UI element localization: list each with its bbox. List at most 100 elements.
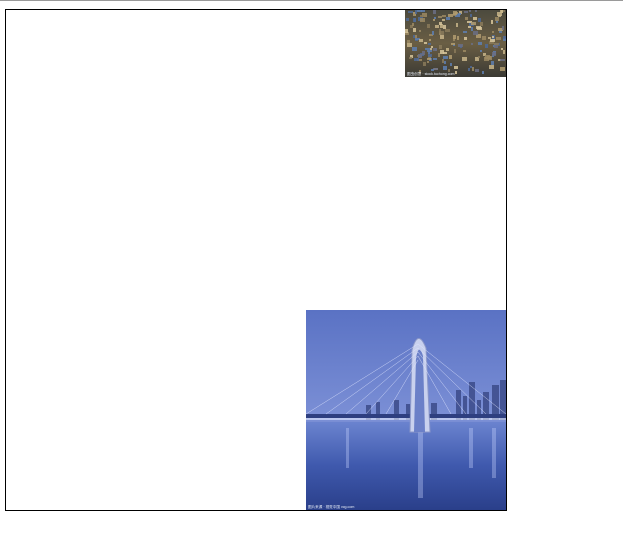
house-shape	[431, 69, 434, 71]
house-shape	[433, 10, 436, 14]
house-shape	[463, 50, 466, 52]
house-shape	[413, 28, 416, 32]
house-shape	[454, 49, 456, 53]
house-shape	[492, 52, 496, 56]
house-shape	[438, 53, 440, 57]
house-shape	[428, 43, 431, 45]
house-shape	[488, 37, 491, 39]
house-shape	[491, 61, 494, 65]
house-shape	[420, 15, 424, 17]
house-shape	[444, 61, 446, 64]
house-shape	[407, 40, 410, 43]
house-shape	[463, 31, 467, 33]
house-shape	[500, 67, 505, 71]
house-shape	[450, 63, 452, 66]
house-shape	[440, 50, 444, 54]
house-shape	[465, 17, 468, 20]
house-shape	[454, 66, 458, 69]
house-shape	[453, 35, 456, 39]
house-shape	[430, 48, 432, 50]
house-shape	[489, 65, 494, 69]
house-shape	[412, 47, 417, 51]
house-shape	[428, 54, 432, 57]
house-shape	[473, 17, 477, 20]
house-shape	[496, 37, 501, 40]
house-shape	[443, 66, 447, 70]
house-shape	[414, 18, 416, 22]
house-shape	[464, 11, 468, 13]
house-shape	[448, 14, 453, 17]
house-shape	[439, 31, 444, 35]
house-shape	[500, 59, 505, 61]
house-shape	[418, 56, 421, 58]
house-shape	[473, 31, 478, 35]
house-shape	[422, 51, 425, 55]
house-shape	[468, 68, 470, 71]
house-shape	[494, 43, 499, 45]
house-shape	[471, 43, 473, 45]
image-canvas: 图虫创意 · stock.tuchong.com 图片来源 · 视觉中国 vcg…	[5, 9, 507, 511]
house-shape	[503, 10, 505, 12]
house-shape	[431, 46, 433, 48]
house-shape	[439, 22, 442, 25]
house-shape	[449, 55, 452, 59]
house-shape	[490, 39, 495, 42]
house-shape	[417, 10, 422, 12]
house-shape	[427, 24, 430, 28]
house-shape	[432, 31, 434, 35]
house-shape	[406, 18, 409, 21]
house-shape	[445, 29, 450, 32]
house-shape	[433, 19, 435, 21]
house-shape	[408, 11, 413, 13]
city-caption: 图虫创意 · stock.tuchong.com	[407, 72, 455, 76]
house-shape	[482, 71, 484, 74]
house-shape	[475, 10, 477, 12]
house-shape	[413, 14, 415, 16]
house-shape	[456, 23, 458, 27]
house-shape	[501, 48, 503, 50]
house-shape	[435, 25, 439, 28]
house-shape	[442, 15, 446, 17]
house-shape	[409, 57, 412, 59]
top-divider	[0, 0, 623, 1]
house-shape	[469, 10, 471, 12]
house-shape	[478, 56, 480, 58]
house-shape	[425, 48, 427, 50]
house-shape	[427, 61, 429, 63]
house-shape	[415, 35, 417, 38]
house-shape	[475, 69, 479, 72]
house-shape	[442, 59, 444, 63]
house-shape	[470, 14, 472, 17]
city-photo	[405, 10, 506, 77]
house-shape	[478, 18, 481, 22]
house-shape	[471, 22, 476, 25]
house-shape	[468, 26, 471, 28]
house-shape	[491, 20, 493, 24]
house-shape	[442, 19, 445, 21]
house-shape	[471, 27, 473, 31]
house-shape	[415, 10, 417, 14]
house-shape	[455, 71, 457, 74]
house-shape	[464, 37, 467, 40]
house-shape	[446, 48, 449, 51]
city-thumbnail[interactable]: 图虫创意 · stock.tuchong.com	[405, 10, 506, 77]
house-shape	[433, 58, 437, 60]
house-shape	[433, 48, 437, 51]
house-shape	[405, 29, 408, 33]
house-shape	[472, 67, 474, 71]
house-shape	[443, 56, 448, 59]
house-shape	[482, 36, 486, 40]
house-shape	[502, 26, 504, 30]
house-shape	[420, 18, 425, 22]
house-shape	[480, 50, 482, 52]
house-shape	[413, 35, 415, 38]
house-shape	[453, 11, 457, 15]
house-shape	[414, 58, 419, 61]
house-shape	[458, 44, 463, 47]
house-shape	[458, 13, 461, 15]
house-shape	[424, 42, 427, 44]
bridge-thumbnail[interactable]: 图片来源 · 视觉中国 vcg.com	[306, 310, 506, 510]
house-shape	[427, 58, 431, 60]
house-shape	[419, 30, 421, 32]
house-shape	[462, 57, 467, 61]
